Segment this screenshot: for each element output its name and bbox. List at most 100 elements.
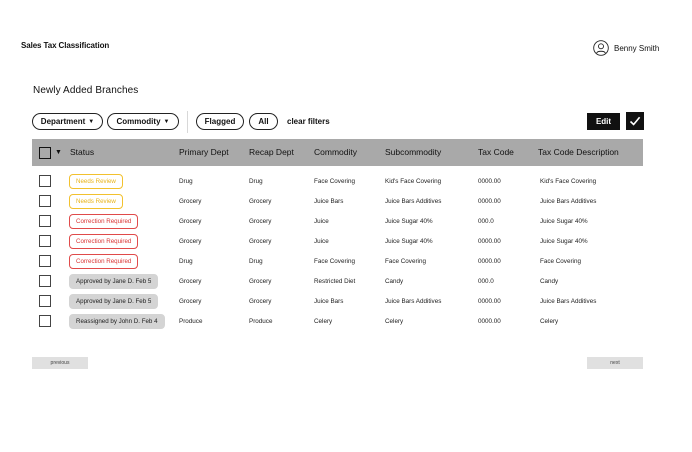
recap-dept-cell: Grocery: [249, 198, 272, 205]
all-filter-label: All: [258, 117, 269, 126]
column-header-recap-dept[interactable]: Recap Dept: [249, 139, 294, 166]
commodity-cell: Face Covering: [314, 178, 355, 185]
tax-code-description-cell: Celery: [540, 318, 559, 325]
primary-dept-cell: Grocery: [179, 198, 202, 205]
commodity-cell: Celery: [314, 318, 333, 325]
recap-dept-cell: Grocery: [249, 278, 272, 285]
tax-code-description-cell: Candy: [540, 278, 559, 285]
primary-dept-cell: Drug: [179, 178, 193, 185]
row-checkbox[interactable]: [39, 195, 51, 207]
table-header: ▼ Status Primary Dept Recap Dept Commodi…: [32, 139, 643, 166]
table-row[interactable]: Needs Review Grocery Grocery Juice Bars …: [32, 192, 643, 212]
tax-code-description-cell: Face Covering: [540, 258, 581, 265]
recap-dept-cell: Produce: [249, 318, 273, 325]
commodity-filter[interactable]: Commodity ▼: [107, 113, 179, 130]
status-badge: Correction Required: [69, 214, 139, 229]
primary-dept-cell: Grocery: [179, 218, 202, 225]
row-checkbox[interactable]: [39, 315, 51, 327]
previous-button[interactable]: previous: [32, 357, 88, 369]
next-button[interactable]: next: [587, 357, 643, 369]
tax-code-description-cell: Juice Sugar 40%: [540, 238, 588, 245]
department-filter[interactable]: Department ▼: [32, 113, 103, 130]
commodity-cell: Juice: [314, 218, 329, 225]
tax-code-description-cell: Juice Bars Additives: [540, 298, 597, 305]
commodity-cell: Juice Bars: [314, 298, 344, 305]
caret-down-icon: ▼: [163, 118, 170, 125]
row-checkbox[interactable]: [39, 295, 51, 307]
subcommodity-cell: Juice Sugar 40%: [385, 238, 433, 245]
row-checkbox[interactable]: [39, 175, 51, 187]
confirm-button[interactable]: [626, 112, 644, 130]
select-all-checkbox[interactable]: [39, 147, 51, 159]
column-header-tax-code[interactable]: Tax Code: [478, 139, 514, 166]
subcommodity-cell: Celery: [385, 318, 404, 325]
subcommodity-cell: Face Covering: [385, 258, 426, 265]
flagged-filter[interactable]: Flagged: [196, 113, 244, 130]
subcommodity-cell: Juice Sugar 40%: [385, 218, 433, 225]
caret-down-icon[interactable]: ▼: [55, 139, 62, 166]
primary-dept-cell: Drug: [179, 258, 193, 265]
tax-code-cell: 0000.00: [478, 178, 501, 185]
tax-code-cell: 0000.00: [478, 298, 501, 305]
edit-button[interactable]: Edit: [587, 113, 620, 130]
primary-dept-cell: Grocery: [179, 298, 202, 305]
commodity-cell: Juice: [314, 238, 329, 245]
column-header-tax-code-description[interactable]: Tax Code Description: [538, 139, 619, 166]
tax-code-description-cell: Kid's Face Covering: [540, 178, 597, 185]
checkmark-icon: [629, 116, 641, 126]
subcommodity-cell: Juice Bars Additives: [385, 298, 442, 305]
recap-dept-cell: Grocery: [249, 238, 272, 245]
all-filter[interactable]: All: [249, 113, 278, 130]
row-checkbox[interactable]: [39, 235, 51, 247]
tax-code-description-cell: Juice Sugar 40%: [540, 218, 588, 225]
clear-filters-link[interactable]: clear filters: [287, 117, 330, 126]
status-badge: Approved by Jane D. Feb 5: [69, 274, 159, 289]
table-row[interactable]: Correction Required Grocery Grocery Juic…: [32, 212, 643, 232]
app-title: Sales Tax Classification: [21, 41, 110, 50]
column-header-status[interactable]: Status: [70, 139, 94, 166]
flagged-filter-label: Flagged: [204, 117, 236, 126]
caret-down-icon: ▼: [88, 118, 95, 125]
recap-dept-cell: Grocery: [249, 298, 272, 305]
subcommodity-cell: Candy: [385, 278, 404, 285]
recap-dept-cell: Drug: [249, 258, 263, 265]
user-circle-icon: [593, 40, 609, 56]
section-title: Newly Added Branches: [33, 85, 139, 96]
recap-dept-cell: Grocery: [249, 218, 272, 225]
user-menu[interactable]: Benny Smith: [593, 40, 659, 56]
table-row[interactable]: Correction Required Grocery Grocery Juic…: [32, 232, 643, 252]
table-row[interactable]: Needs Review Drug Drug Face Covering Kid…: [32, 172, 643, 192]
status-badge: Needs Review: [69, 174, 123, 189]
commodity-filter-label: Commodity: [116, 117, 161, 126]
commodity-cell: Juice Bars: [314, 198, 344, 205]
row-checkbox[interactable]: [39, 255, 51, 267]
department-filter-label: Department: [40, 117, 86, 126]
tax-code-cell: 0000.00: [478, 318, 501, 325]
filter-divider: [187, 110, 188, 133]
status-badge: Correction Required: [69, 234, 139, 249]
column-header-subcommodity[interactable]: Subcommodity: [385, 139, 441, 166]
primary-dept-cell: Produce: [179, 318, 203, 325]
user-name: Benny Smith: [614, 43, 660, 53]
subcommodity-cell: Juice Bars Additives: [385, 198, 442, 205]
commodity-cell: Restricted Diet: [314, 278, 356, 285]
table-row[interactable]: Reassigned by John D. Feb 4 Produce Prod…: [32, 312, 643, 332]
row-checkbox[interactable]: [39, 215, 51, 227]
subcommodity-cell: Kid's Face Covering: [385, 178, 442, 185]
tax-code-cell: 0000.00: [478, 258, 501, 265]
tax-code-cell: 0000.00: [478, 238, 501, 245]
tax-code-cell: 0000.00: [478, 198, 501, 205]
row-checkbox[interactable]: [39, 275, 51, 287]
status-badge: Reassigned by John D. Feb 4: [69, 314, 165, 329]
status-badge: Approved by Jane D. Feb 5: [69, 294, 159, 309]
primary-dept-cell: Grocery: [179, 278, 202, 285]
status-badge: Correction Required: [69, 254, 139, 269]
table-row[interactable]: Approved by Jane D. Feb 5 Grocery Grocer…: [32, 292, 643, 312]
table-row[interactable]: Correction Required Drug Drug Face Cover…: [32, 252, 643, 272]
column-header-primary-dept[interactable]: Primary Dept: [179, 139, 229, 166]
table-row[interactable]: Approved by Jane D. Feb 5 Grocery Grocer…: [32, 272, 643, 292]
primary-dept-cell: Grocery: [179, 238, 202, 245]
filter-bar: Department ▼ Commodity ▼ Flagged All cle…: [32, 110, 330, 133]
column-header-commodity[interactable]: Commodity: [314, 139, 357, 166]
status-badge: Needs Review: [69, 194, 123, 209]
